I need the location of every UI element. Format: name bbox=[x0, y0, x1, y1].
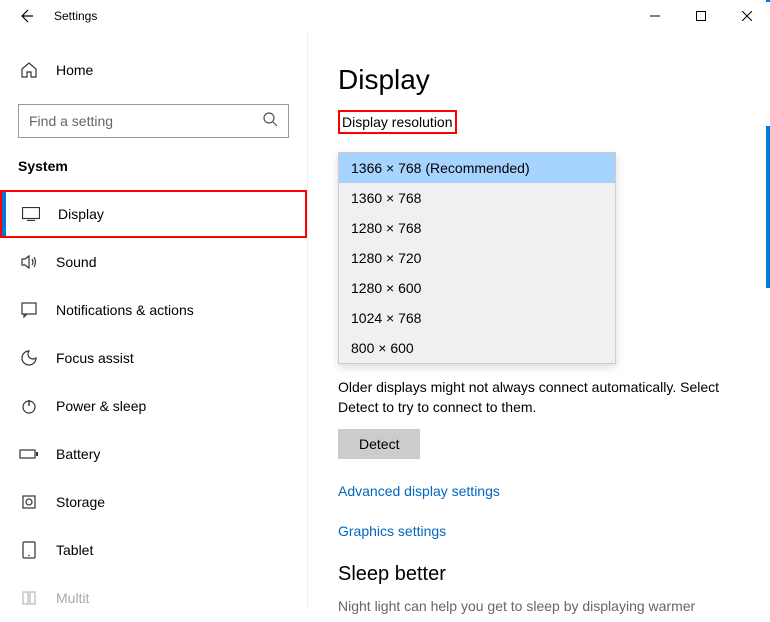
sidebar-item-label: Sound bbox=[56, 254, 96, 270]
home-nav[interactable]: Home bbox=[0, 50, 307, 90]
home-label: Home bbox=[56, 62, 93, 78]
close-button[interactable] bbox=[724, 0, 770, 32]
focus-assist-icon bbox=[18, 350, 40, 366]
sidebar-item-tablet[interactable]: Tablet bbox=[0, 526, 307, 574]
resolution-option[interactable]: 800 × 600 bbox=[339, 333, 615, 363]
sidebar-item-multitasking[interactable]: Multit bbox=[0, 574, 307, 622]
resolution-option[interactable]: 1280 × 600 bbox=[339, 273, 615, 303]
titlebar: Settings bbox=[0, 0, 770, 32]
sidebar-item-sound[interactable]: Sound bbox=[0, 238, 307, 286]
sidebar-item-label: Display bbox=[58, 206, 104, 222]
window-title: Settings bbox=[54, 9, 97, 23]
sidebar-item-display[interactable]: Display bbox=[0, 190, 307, 238]
sidebar-item-label: Multit bbox=[56, 590, 89, 606]
multitasking-icon bbox=[18, 590, 40, 606]
sidebar-item-label: Tablet bbox=[56, 542, 93, 558]
resolution-dropdown[interactable]: 1366 × 768 (Recommended) 1360 × 768 1280… bbox=[338, 152, 616, 364]
resolution-option[interactable]: 1280 × 720 bbox=[339, 243, 615, 273]
sidebar-item-focus-assist[interactable]: Focus assist bbox=[0, 334, 307, 382]
back-button[interactable] bbox=[14, 4, 38, 28]
window-controls bbox=[632, 0, 770, 32]
maximize-icon bbox=[696, 11, 706, 21]
minimize-button[interactable] bbox=[632, 0, 678, 32]
sidebar-item-label: Focus assist bbox=[56, 350, 134, 366]
detect-button[interactable]: Detect bbox=[338, 429, 420, 459]
sidebar-item-power-sleep[interactable]: Power & sleep bbox=[0, 382, 307, 430]
accent-strip-top bbox=[766, 0, 770, 2]
resolution-option[interactable]: 1366 × 768 (Recommended) bbox=[339, 153, 615, 183]
arrow-left-icon bbox=[18, 8, 34, 24]
sidebar-item-label: Storage bbox=[56, 494, 105, 510]
sidebar-item-battery[interactable]: Battery bbox=[0, 430, 307, 478]
battery-icon bbox=[18, 448, 40, 460]
maximize-button[interactable] bbox=[678, 0, 724, 32]
tablet-icon bbox=[18, 541, 40, 559]
main-content: Display Display resolution 1366 × 768 (R… bbox=[308, 32, 770, 609]
home-icon bbox=[18, 61, 40, 79]
display-icon bbox=[20, 207, 42, 221]
search-input[interactable] bbox=[29, 113, 262, 129]
sleep-better-header: Sleep better bbox=[338, 563, 746, 586]
close-icon bbox=[742, 11, 752, 21]
search-box[interactable] bbox=[18, 104, 289, 138]
advanced-display-link[interactable]: Advanced display settings bbox=[338, 483, 746, 499]
older-displays-text: Older displays might not always connect … bbox=[338, 378, 746, 417]
sidebar-item-label: Power & sleep bbox=[56, 398, 146, 414]
resolution-option[interactable]: 1360 × 768 bbox=[339, 183, 615, 213]
resolution-option[interactable]: 1024 × 768 bbox=[339, 303, 615, 333]
resolution-label-highlight: Display resolution bbox=[338, 110, 457, 134]
search-icon bbox=[262, 111, 278, 132]
resolution-option[interactable]: 1280 × 768 bbox=[339, 213, 615, 243]
sound-icon bbox=[18, 254, 40, 270]
storage-icon bbox=[18, 494, 40, 510]
sidebar-item-label: Battery bbox=[56, 446, 100, 462]
sidebar: Home System Display Sound Notifications … bbox=[0, 32, 308, 609]
resolution-label: Display resolution bbox=[340, 112, 455, 132]
sidebar-item-label: Notifications & actions bbox=[56, 302, 194, 318]
power-icon bbox=[18, 398, 40, 414]
graphics-settings-link[interactable]: Graphics settings bbox=[338, 523, 746, 539]
sidebar-section-header: System bbox=[0, 158, 307, 190]
page-title: Display bbox=[338, 64, 746, 96]
sidebar-item-storage[interactable]: Storage bbox=[0, 478, 307, 526]
night-light-text: Night light can help you get to sleep by… bbox=[338, 598, 746, 614]
sidebar-item-notifications[interactable]: Notifications & actions bbox=[0, 286, 307, 334]
notifications-icon bbox=[18, 302, 40, 318]
minimize-icon bbox=[650, 11, 660, 21]
